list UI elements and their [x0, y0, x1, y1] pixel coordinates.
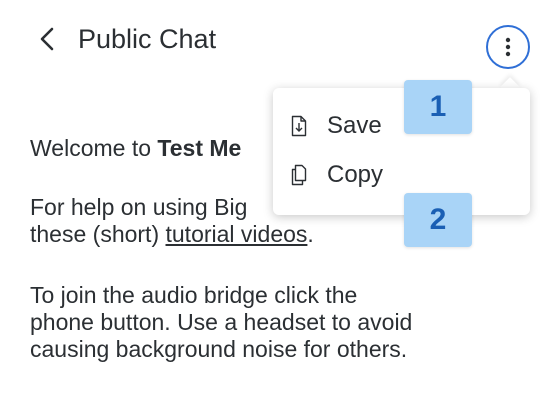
help-line2-prefix: these (short)	[30, 221, 166, 247]
options-dropdown-menu: Save Copy	[273, 88, 530, 215]
menu-item-label: Save	[327, 112, 382, 139]
welcome-prefix: Welcome to	[30, 135, 158, 161]
download-file-icon	[289, 115, 309, 137]
welcome-meeting-name: Test Me	[157, 135, 242, 161]
audio-line2: phone button. Use a headset to avoid	[30, 309, 413, 335]
chevron-left-icon	[40, 27, 54, 51]
back-button[interactable]	[36, 25, 58, 53]
help-message: For help on using Big these (short) tutor…	[30, 194, 314, 248]
audio-message: To join the audio bridge click the phone …	[30, 282, 412, 363]
welcome-message: Welcome to Test Me	[30, 135, 241, 162]
help-line1: For help on using Big	[30, 194, 248, 220]
page-title: Public Chat	[78, 24, 217, 54]
callout-badge-1: 1	[404, 80, 472, 134]
menu-item-copy[interactable]: Copy	[273, 152, 530, 198]
more-options-button[interactable]	[486, 25, 530, 69]
callout-badge-2: 2	[404, 193, 472, 247]
audio-line1: To join the audio bridge click the	[30, 282, 358, 308]
tutorial-videos-link[interactable]: tutorial videos	[166, 221, 308, 247]
menu-item-save[interactable]: Save	[273, 103, 530, 149]
audio-line3: causing background noise for others.	[30, 336, 408, 362]
help-line2-suffix: .	[307, 221, 314, 247]
copy-icon	[289, 164, 309, 186]
more-vertical-icon	[505, 37, 511, 57]
chat-header: Public Chat	[0, 0, 557, 80]
menu-item-label: Copy	[327, 161, 384, 188]
